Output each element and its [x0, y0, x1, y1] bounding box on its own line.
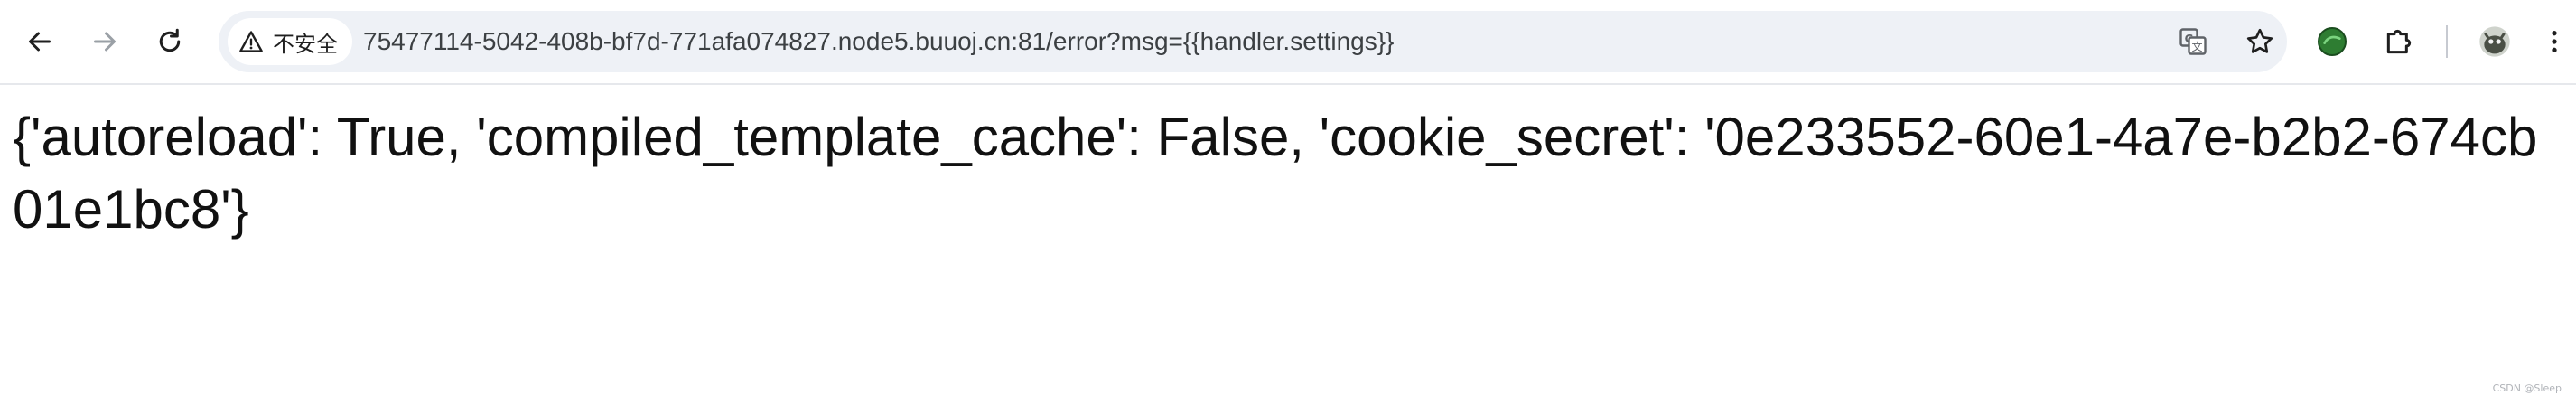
puzzle-piece-icon	[2386, 29, 2412, 54]
security-indicator[interactable]: 不安全	[228, 18, 352, 65]
star-icon	[2246, 28, 2273, 53]
avatar-icon	[2479, 26, 2510, 57]
url-text[interactable]: 75477114-5042-408b-bf7d-771afa074827.nod…	[363, 11, 1394, 72]
reload-icon	[159, 28, 181, 52]
security-label: 不安全	[273, 31, 338, 57]
toolbar-divider	[2446, 25, 2448, 58]
vertical-dots-icon	[2552, 31, 2557, 52]
warning-triangle-icon	[239, 31, 263, 52]
arrow-left-icon	[29, 32, 51, 52]
address-bar[interactable]: 不安全 75477114-5042-408b-bf7d-771afa074827…	[219, 11, 2287, 72]
arrow-right-icon	[94, 32, 116, 52]
profile-button[interactable]	[2473, 20, 2516, 63]
green-ball-icon	[2318, 27, 2347, 56]
svg-text:文: 文	[2191, 40, 2202, 53]
forward-button[interactable]	[78, 14, 132, 69]
extension-ball-button[interactable]	[2310, 20, 2354, 63]
bookmark-button[interactable]	[2242, 24, 2278, 60]
watermark: CSDN @Sleep	[2492, 382, 2562, 394]
translate-icon: G 文	[2179, 28, 2207, 55]
back-button[interactable]	[13, 14, 67, 69]
menu-button[interactable]	[2540, 20, 2569, 63]
page-body-text: {'autoreload': True, 'compiled_template_…	[13, 107, 2538, 240]
browser-toolbar: 不安全 75477114-5042-408b-bf7d-771afa074827…	[0, 0, 2576, 85]
translate-button[interactable]: G 文	[2175, 24, 2211, 60]
reload-button[interactable]	[143, 14, 197, 69]
extensions-button[interactable]	[2377, 20, 2421, 63]
